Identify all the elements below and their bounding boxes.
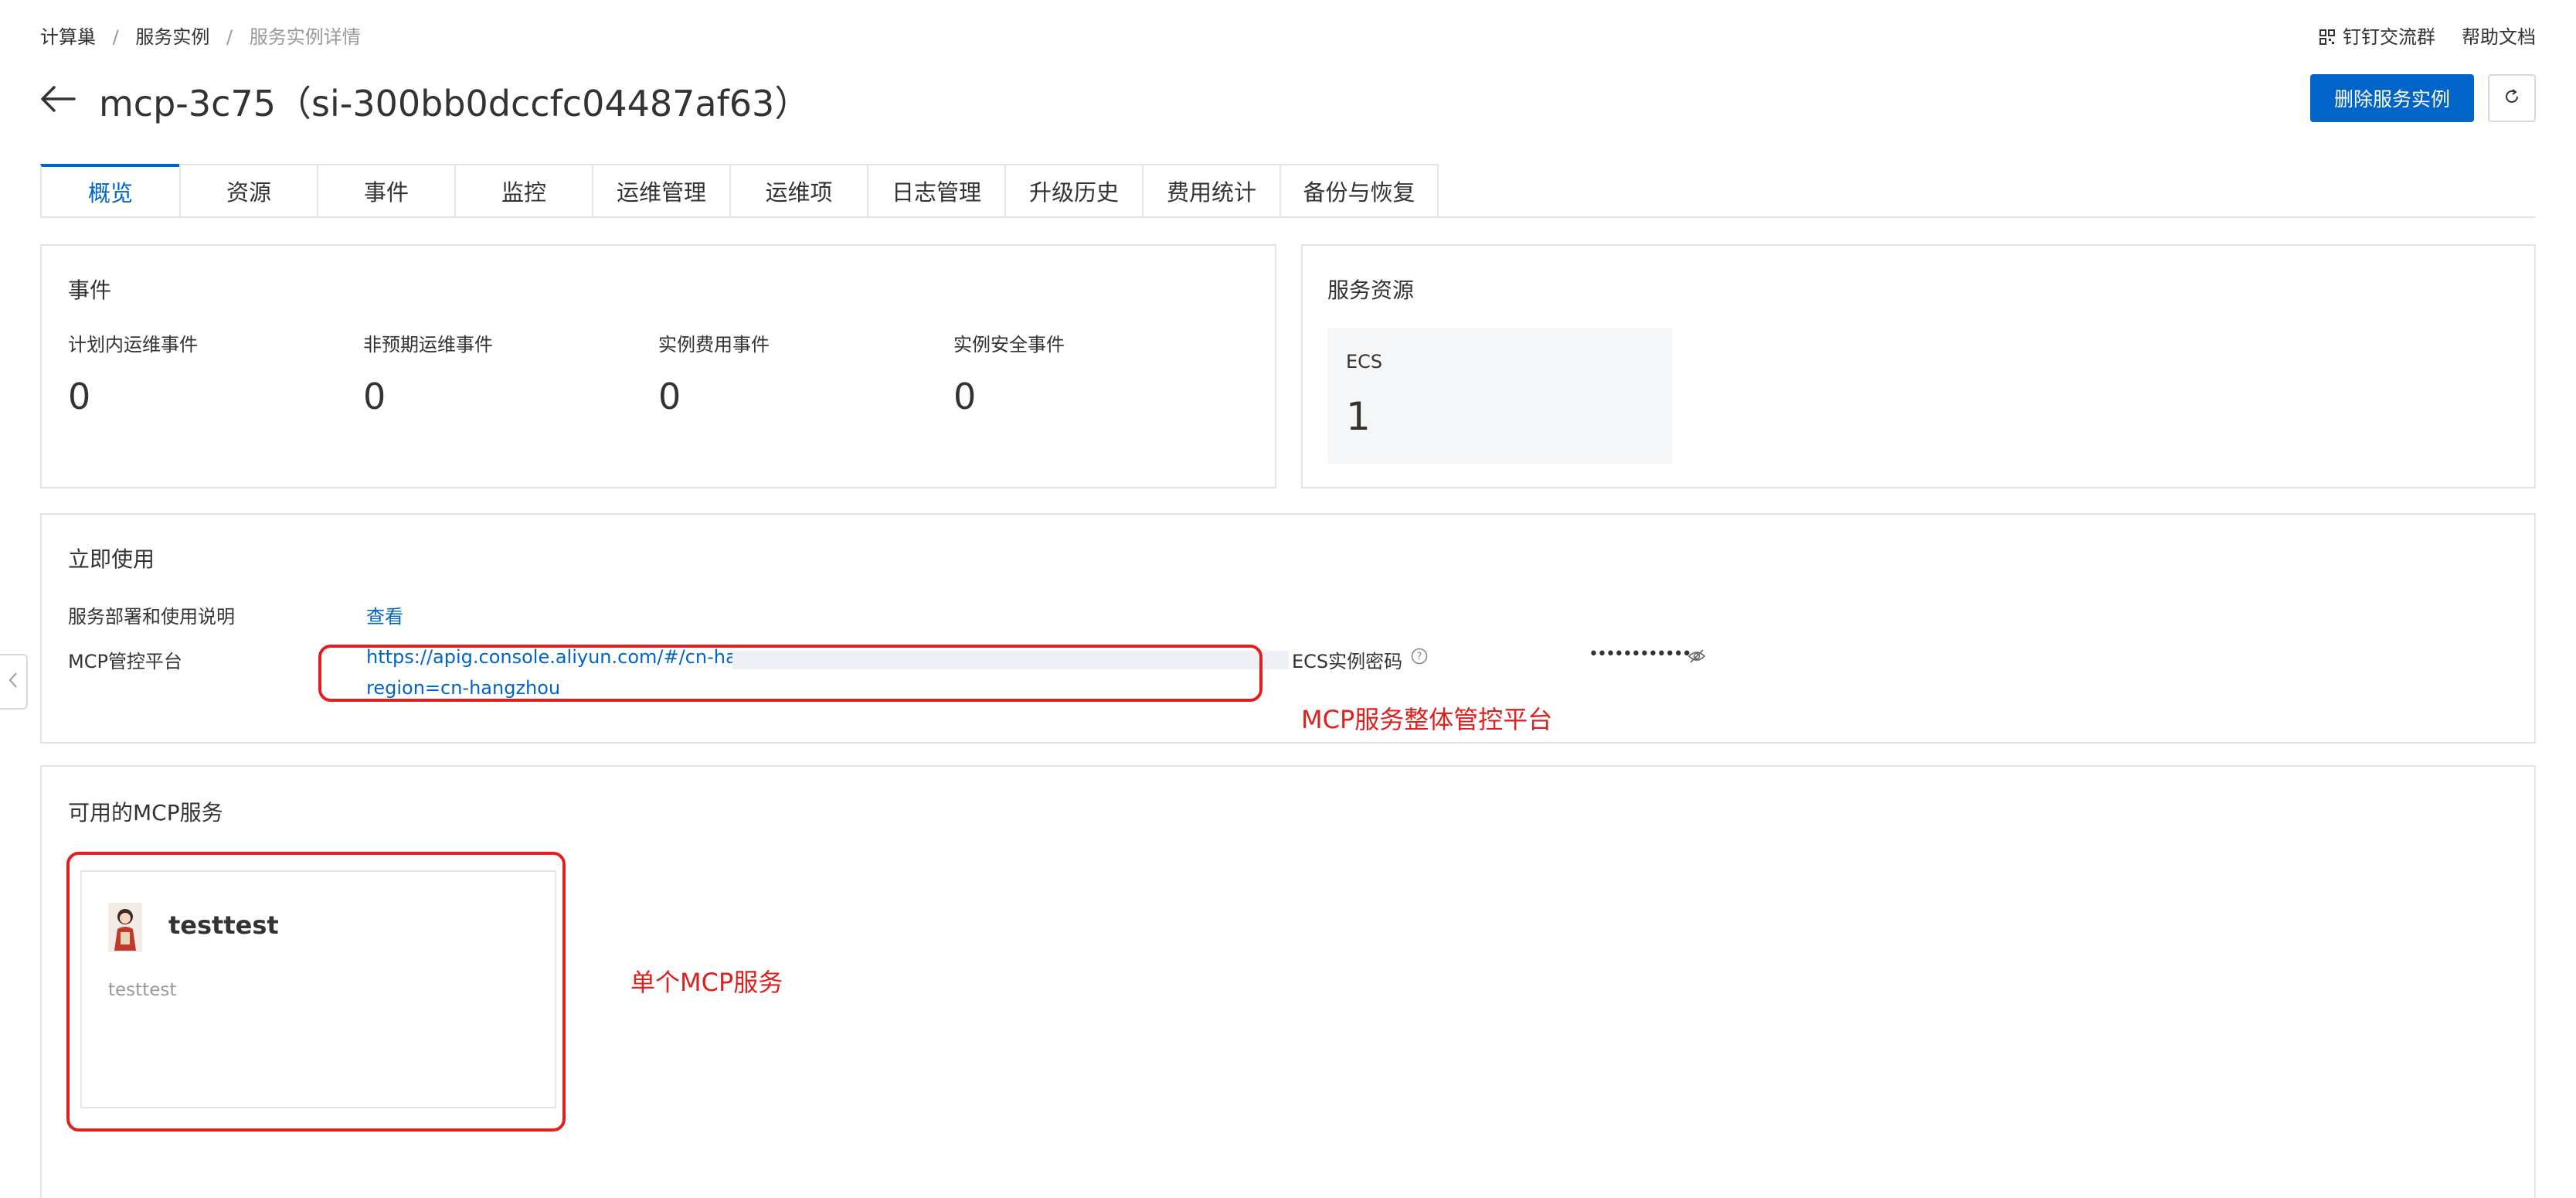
back-arrow-icon[interactable] [40,83,76,114]
ecs-resource-count: 1 [1346,394,1371,439]
events-card: 事件 计划内运维事件 0 非预期运维事件 0 实例费用事件 0 实例安全事件 0 [40,244,1276,488]
ecs-resource-label: ECS [1346,351,1383,373]
tab-bar-divider [40,216,2536,218]
ecs-password-value: •••••••••••• [1589,645,1692,664]
eye-hidden-icon[interactable] [1687,648,1706,665]
tab-cost-statistics[interactable]: 费用统计 [1142,164,1280,218]
tab-monitoring[interactable]: 监控 [454,164,592,218]
mcp-services-title: 可用的MCP服务 [68,800,223,825]
breadcrumb-separator: / [226,26,233,48]
breadcrumb-item-service-instances[interactable]: 服务实例 [135,26,209,48]
tab-log-management[interactable]: 日志管理 [867,164,1004,218]
tab-ops-management[interactable]: 运维管理 [592,164,729,218]
instance-security-events-count[interactable]: 0 [953,376,976,417]
tab-backup-restore[interactable]: 备份与恢复 [1280,164,1439,218]
page-title: mcp-3c75（si-300bb0dccfc04487af63） [99,83,811,124]
events-card-title: 事件 [68,277,112,303]
service-resources-title: 服务资源 [1327,277,1415,303]
tab-ops-items[interactable]: 运维项 [729,164,867,218]
chevron-left-icon [8,671,19,693]
refresh-button[interactable] [2488,74,2536,122]
delete-service-instance-button[interactable]: 删除服务实例 [2310,74,2474,122]
ecs-resource-tile[interactable]: ECS 1 [1327,328,1672,464]
instance-cost-events-label: 实例费用事件 [658,334,770,356]
sidebar-collapse-handle[interactable] [0,654,28,710]
unexpected-ops-events-count[interactable]: 0 [363,376,386,417]
single-service-annotation: 单个MCP服务 [630,968,783,997]
deploy-guide-label: 服务部署和使用说明 [68,606,235,628]
dingtalk-link-label: 钉钉交流群 [2343,26,2435,48]
planned-ops-events-label: 计划内运维事件 [68,334,198,356]
service-resources-card: 服务资源 ECS 1 [1301,244,2536,488]
planned-ops-events-count[interactable]: 0 [68,376,90,417]
help-docs-link[interactable]: 帮助文档 [2462,22,2536,49]
refresh-icon [2503,87,2521,109]
ecs-password-label: ECS实例密码 [1292,651,1403,672]
unexpected-ops-events-label: 非预期运维事件 [363,334,493,356]
breadcrumb: 计算巢 / 服务实例 / 服务实例详情 [40,22,361,49]
deploy-guide-view-link[interactable]: 查看 [366,601,403,628]
breadcrumb-item-compute-nest[interactable]: 计算巢 [40,26,96,48]
breadcrumb-separator: / [112,26,119,48]
instance-security-events-label: 实例安全事件 [953,334,1065,356]
breadcrumb-item-current: 服务实例详情 [249,26,361,48]
tab-overview[interactable]: 概览 [40,164,179,218]
tab-events[interactable]: 事件 [317,164,454,218]
platform-annotation: MCP服务整体管控平台 [1301,705,1553,734]
mcp-service-highlight-box [66,852,566,1132]
help-icon[interactable]: ? [1411,648,1428,665]
tab-resources[interactable]: 资源 [179,164,317,218]
tab-upgrade-history[interactable]: 升级历史 [1004,164,1142,218]
use-now-card: 立即使用 服务部署和使用说明 查看 MCP管控平台 https://apig.c… [40,513,2536,744]
mcp-console-highlight-box [318,645,1263,702]
mcp-console-label: MCP管控平台 [68,651,182,672]
svg-text:?: ? [1417,652,1422,663]
instance-cost-events-count[interactable]: 0 [658,376,681,417]
qrcode-icon [2319,28,2335,45]
use-now-title: 立即使用 [68,546,155,572]
dingtalk-link[interactable]: 钉钉交流群 [2319,22,2435,49]
